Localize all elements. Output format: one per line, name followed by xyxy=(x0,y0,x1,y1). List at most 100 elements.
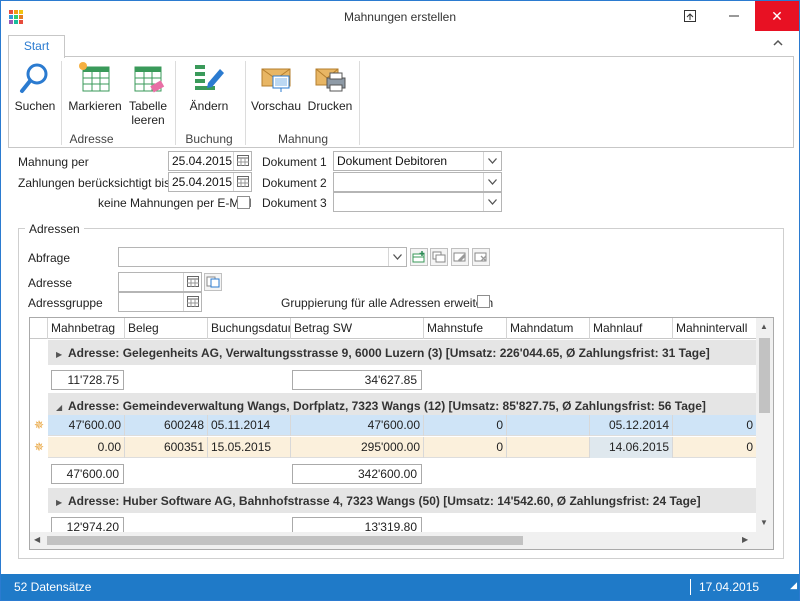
col-header-mahnintervall[interactable]: Mahnintervall xyxy=(673,318,757,339)
cell-mahnbetrag[interactable]: 0.00 xyxy=(48,437,125,458)
adressgruppe-field[interactable] xyxy=(118,292,202,312)
cell-mahnintervall[interactable]: 0 xyxy=(673,415,757,436)
vorschau-button[interactable]: Vorschau xyxy=(251,61,301,113)
copy-query-icon[interactable] xyxy=(430,248,448,266)
scroll-right-icon[interactable]: ▶ xyxy=(742,535,748,544)
email-label: keine Mahnungen per E-Mail xyxy=(98,196,252,210)
cell-buchungsdatum[interactable]: 15.05.2015 xyxy=(208,437,291,458)
address-copy-icon[interactable] xyxy=(204,273,222,291)
chevron-down-icon[interactable] xyxy=(388,248,406,266)
dokument3-select[interactable] xyxy=(333,192,502,212)
col-header-buchungsdatum[interactable]: Buchungsdatum xyxy=(208,318,291,339)
horizontal-scroll-thumb[interactable] xyxy=(47,536,523,545)
group-label-adresse: Adresse xyxy=(69,132,114,146)
add-query-icon[interactable] xyxy=(410,248,428,266)
adresse-field[interactable] xyxy=(118,272,202,292)
cell-beleg[interactable]: 600351 xyxy=(125,437,208,458)
new-row-star-icon: ✵ xyxy=(33,418,45,432)
search-button[interactable]: Suchen xyxy=(14,61,56,113)
title-bar: Mahnungen erstellen ✕ xyxy=(1,1,799,33)
ribbon-tabs: Start xyxy=(1,33,799,58)
group-label-buchung: Buchung xyxy=(185,132,233,146)
col-header-mahnstufe[interactable]: Mahnstufe xyxy=(424,318,507,339)
tab-start[interactable]: Start xyxy=(8,35,65,58)
sum-betrag-sw: 34'627.85 xyxy=(292,370,422,390)
col-header-mahndatum[interactable]: Mahndatum xyxy=(507,318,590,339)
mahnung-per-field[interactable]: 25.04.2015 xyxy=(168,151,252,171)
dokument3-label: Dokument 3 xyxy=(262,196,327,210)
ribbon: Suchen Markieren Tabelle leeren Adresse … xyxy=(8,56,794,148)
group-row[interactable]: ▶ Adresse: Huber Software AG, Bahnhofstra… xyxy=(48,488,757,514)
abfrage-select[interactable] xyxy=(118,247,407,267)
status-date: 17.04.2015 xyxy=(699,580,760,594)
chevron-down-icon[interactable] xyxy=(483,152,501,170)
vertical-scrollbar[interactable]: ▲ ▼ xyxy=(756,318,773,549)
minimize-icon[interactable] xyxy=(717,1,751,31)
sum-mahnbetrag: 11'728.75 xyxy=(51,370,124,390)
cell-mahnstufe[interactable]: 0 xyxy=(424,437,507,458)
col-header-mahnbetrag[interactable]: Mahnbetrag xyxy=(48,318,125,339)
col-header-beleg[interactable]: Beleg xyxy=(125,318,208,339)
scroll-up-icon[interactable]: ▲ xyxy=(760,322,768,331)
cell-betrag-sw[interactable]: 295'000.00 xyxy=(291,437,424,458)
horizontal-scrollbar[interactable]: ◀ ▶ xyxy=(30,532,757,549)
table-lookup-icon[interactable] xyxy=(183,273,201,291)
dokument2-select[interactable] xyxy=(333,172,502,192)
cell-mahndatum[interactable] xyxy=(507,437,590,458)
cell-mahnlauf[interactable]: 05.12.2014 xyxy=(590,415,673,436)
zahlungen-label: Zahlungen berücksichtigt bis xyxy=(18,176,171,190)
calendar-icon[interactable] xyxy=(233,173,251,191)
close-button[interactable]: ✕ xyxy=(755,1,799,31)
chevron-down-icon[interactable] xyxy=(483,173,501,191)
cell-betrag-sw[interactable]: 47'600.00 xyxy=(291,415,424,436)
table-row[interactable]: 47'600.00 600248 05.11.2014 47'600.00 0 … xyxy=(48,415,757,436)
cell-mahnlauf[interactable]: 14.06.2015 xyxy=(590,437,673,458)
close-icon: ✕ xyxy=(771,8,783,24)
edit-query-icon[interactable] xyxy=(451,248,469,266)
abfrage-label: Abfrage xyxy=(28,251,71,265)
group-row[interactable]: ▶ Adresse: Gelegenheits AG, Verwaltungsst… xyxy=(48,340,757,366)
email-checkbox[interactable] xyxy=(237,196,250,209)
resize-grip-icon[interactable]: ◢ xyxy=(790,572,797,598)
dokument1-select[interactable]: Dokument Debitoren xyxy=(333,151,502,171)
col-header-mahnlauf[interactable]: Mahnlauf xyxy=(590,318,673,339)
markieren-button[interactable]: Markieren xyxy=(67,61,123,113)
gruppierung-checkbox[interactable] xyxy=(477,295,490,308)
chevron-down-icon[interactable] xyxy=(483,193,501,211)
adressen-title: Adressen xyxy=(25,222,84,236)
drucken-button[interactable]: Drucken xyxy=(305,61,355,113)
zahlungen-field[interactable]: 25.04.2015 xyxy=(168,172,252,192)
col-header-betrag-sw[interactable]: Betrag SW xyxy=(291,318,424,339)
aendern-button[interactable]: Ändern xyxy=(185,61,233,113)
scroll-down-icon[interactable]: ▼ xyxy=(760,518,768,527)
scroll-left-icon[interactable]: ◀ xyxy=(34,535,40,544)
status-separator xyxy=(690,579,691,595)
tabelle-leeren-button[interactable]: Tabelle leeren xyxy=(127,61,169,127)
cell-mahnintervall[interactable]: 0 xyxy=(673,437,757,458)
chevron-up-icon[interactable] xyxy=(773,36,783,50)
table-row[interactable]: 0.00 600351 15.05.2015 295'000.00 0 14.0… xyxy=(48,437,757,458)
edit-icon xyxy=(195,65,224,90)
cell-buchungsdatum[interactable]: 05.11.2014 xyxy=(208,415,291,436)
group-separator xyxy=(359,61,360,145)
restore-icon[interactable] xyxy=(673,1,707,31)
group-separator xyxy=(175,61,176,145)
delete-query-icon[interactable] xyxy=(472,248,490,266)
sum-mahnbetrag: 47'600.00 xyxy=(51,464,124,484)
mahnungen-grid: Mahnbetrag Beleg Buchungsdatum Betrag SW… xyxy=(29,317,774,550)
table-clear-icon xyxy=(134,66,165,93)
adresse-label: Adresse xyxy=(28,276,73,290)
cell-beleg[interactable]: 600248 xyxy=(125,415,208,436)
cell-mahnbetrag[interactable]: 47'600.00 xyxy=(48,415,125,436)
cell-mahndatum[interactable] xyxy=(507,415,590,436)
expand-right-icon[interactable]: ▶ xyxy=(56,342,68,365)
calendar-icon[interactable] xyxy=(233,152,251,170)
table-mark-icon xyxy=(79,62,110,92)
table-lookup-icon[interactable] xyxy=(183,293,201,311)
dokument1-label: Dokument 1 xyxy=(262,155,327,169)
expand-right-icon[interactable]: ▶ xyxy=(56,490,68,513)
cell-mahnstufe[interactable]: 0 xyxy=(424,415,507,436)
record-count: 52 Datensätze xyxy=(14,580,92,594)
grid-header: Mahnbetrag Beleg Buchungsdatum Betrag SW… xyxy=(30,318,757,339)
vertical-scroll-thumb[interactable] xyxy=(759,338,770,413)
